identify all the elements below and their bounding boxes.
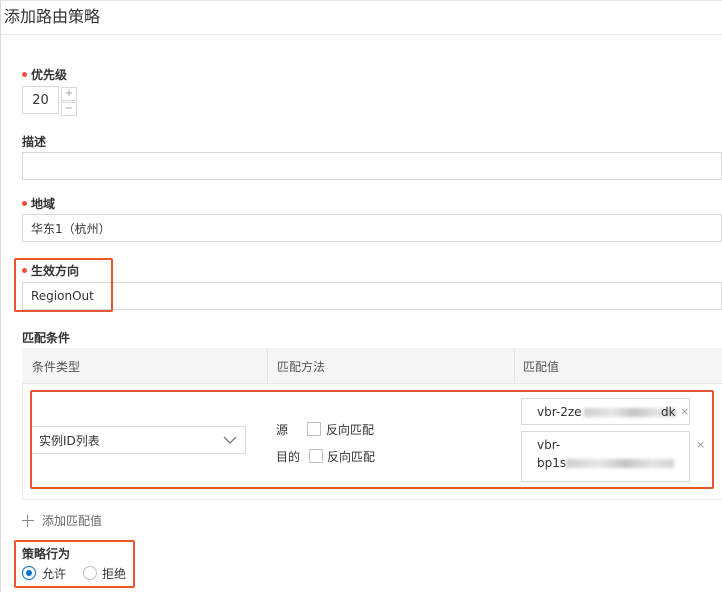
plus-icon [22, 514, 34, 527]
close-icon[interactable]: × [680, 405, 689, 418]
column-separator [514, 348, 515, 384]
match-value-text: vbr- [537, 438, 561, 452]
match-value-text: vbr-2ze [537, 405, 582, 419]
direction-field[interactable]: RegionOut [22, 282, 722, 310]
condition-type-select[interactable]: 实例ID列表 [31, 426, 246, 454]
priority-label: 优先级 [22, 66, 67, 83]
match-value-text-line2: bp1s [537, 456, 567, 470]
match-value-tag[interactable]: vbr- × bp1s [521, 431, 705, 482]
chevron-down-icon [223, 436, 237, 444]
allow-radio[interactable] [22, 566, 36, 580]
destination-label: 目的 [276, 450, 301, 464]
deny-radio[interactable] [83, 566, 97, 580]
priority-increment-button[interactable]: + [61, 87, 77, 101]
title-divider [1, 34, 722, 35]
condition-type-value: 实例ID列表 [39, 433, 100, 448]
action-label: 策略行为 [22, 547, 71, 561]
match-conditions-label: 匹配条件 [22, 331, 71, 345]
required-indicator [22, 201, 27, 206]
redacted-block [566, 459, 674, 468]
match-value-suffix: dk [661, 405, 676, 419]
priority-label-text: 优先级 [31, 68, 68, 82]
conditions-table-header: 条件类型 匹配方法 匹配值 [22, 348, 722, 384]
priority-decrement-button[interactable]: − [61, 102, 77, 116]
column-header-method: 匹配方法 [277, 359, 326, 374]
required-indicator [22, 268, 27, 273]
dialog-title: 添加路由策略 [4, 7, 101, 26]
add-match-value-label: 添加匹配值 [42, 514, 103, 528]
column-separator [267, 348, 268, 384]
region-field[interactable]: 华东1（杭州） [22, 214, 722, 242]
column-header-value: 匹配值 [523, 359, 560, 374]
direction-label: 生效方向 [22, 262, 79, 279]
source-invert-label: 反向匹配 [326, 423, 375, 437]
region-label-text: 地域 [31, 197, 56, 211]
region-label: 地域 [22, 195, 55, 212]
required-indicator [22, 72, 27, 77]
destination-invert-checkbox[interactable] [309, 449, 323, 463]
deny-label: 拒绝 [102, 567, 127, 581]
add-match-value-button[interactable]: 添加匹配值 [22, 512, 102, 529]
priority-input[interactable]: 20 [22, 86, 59, 114]
match-value-tag[interactable]: vbr-2ze dk × [521, 398, 690, 425]
source-invert-checkbox[interactable] [307, 422, 321, 436]
allow-label: 允许 [42, 567, 67, 581]
direction-label-text: 生效方向 [31, 264, 80, 278]
source-label: 源 [276, 423, 289, 437]
destination-invert-label: 反向匹配 [327, 450, 376, 464]
description-input[interactable] [22, 152, 722, 180]
close-icon[interactable]: × [696, 438, 705, 451]
description-label: 描述 [22, 135, 47, 149]
column-header-type: 条件类型 [32, 359, 81, 374]
